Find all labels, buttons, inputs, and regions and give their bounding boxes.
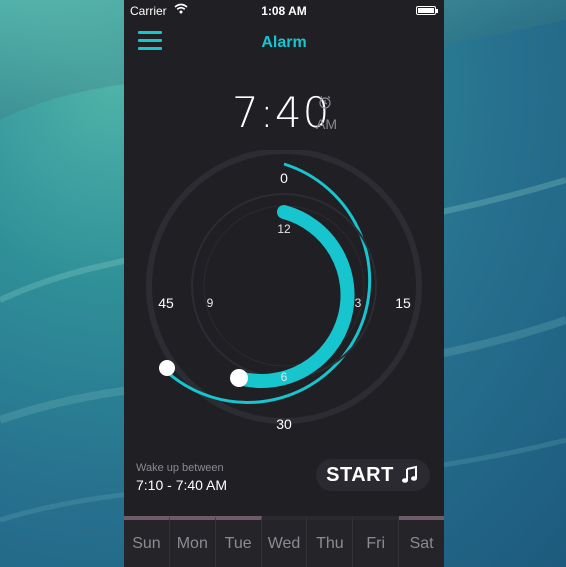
phone-screen: Carrier 1:08 AM Alarm 7:40 AM 0 15 30 45…: [124, 0, 444, 567]
outer-label-15: 15: [395, 295, 411, 311]
day-wed[interactable]: Wed: [261, 516, 308, 567]
inner-label-12: 12: [277, 222, 291, 236]
wake-window-dial: 0 15 30 45 12 3 6 9: [146, 150, 422, 432]
status-bar: Carrier 1:08 AM: [124, 0, 444, 22]
day-label: Mon: [176, 535, 208, 552]
day-label: Thu: [316, 535, 344, 552]
inner-label-6: 6: [281, 370, 288, 384]
day-mon[interactable]: Mon: [169, 516, 216, 567]
alarm-ampm: AM: [316, 116, 337, 132]
outer-drag-handle[interactable]: [159, 360, 175, 376]
outer-label-45: 45: [158, 295, 174, 311]
day-fri[interactable]: Fri: [353, 516, 400, 567]
day-label: Sat: [409, 535, 434, 552]
battery-icon: [416, 6, 438, 15]
start-button-label: START: [326, 463, 394, 486]
inner-label-3: 3: [355, 296, 362, 310]
inner-label-9: 9: [207, 296, 214, 310]
alarm-time-display: 7:40 AM: [124, 88, 444, 138]
start-button[interactable]: START: [316, 459, 430, 491]
wake-label: Wake up between: [136, 462, 224, 474]
day-tue[interactable]: Tue: [215, 516, 262, 567]
outer-label-0: 0: [280, 170, 288, 186]
day-label: Wed: [267, 535, 301, 552]
day-sun[interactable]: Sun: [124, 516, 170, 567]
wake-range: 7:10 - 7:40 AM: [136, 477, 228, 493]
day-thu[interactable]: Thu: [307, 516, 354, 567]
day-label: Sun: [132, 535, 161, 552]
inner-drag-handle[interactable]: [230, 369, 248, 387]
day-label: Tue: [224, 535, 252, 552]
music-note-icon: [401, 465, 417, 483]
status-time: 1:08 AM: [261, 4, 307, 18]
day-label: Fri: [366, 535, 386, 552]
nav-bar: Alarm: [124, 22, 444, 62]
alarm-clock-icon: [319, 96, 331, 109]
weekday-selector: Sun Mon Tue Wed Thu Fri Sat: [124, 516, 444, 567]
page-title: Alarm: [261, 34, 307, 51]
day-sat[interactable]: Sat: [399, 516, 444, 567]
outer-label-30: 30: [276, 416, 292, 432]
